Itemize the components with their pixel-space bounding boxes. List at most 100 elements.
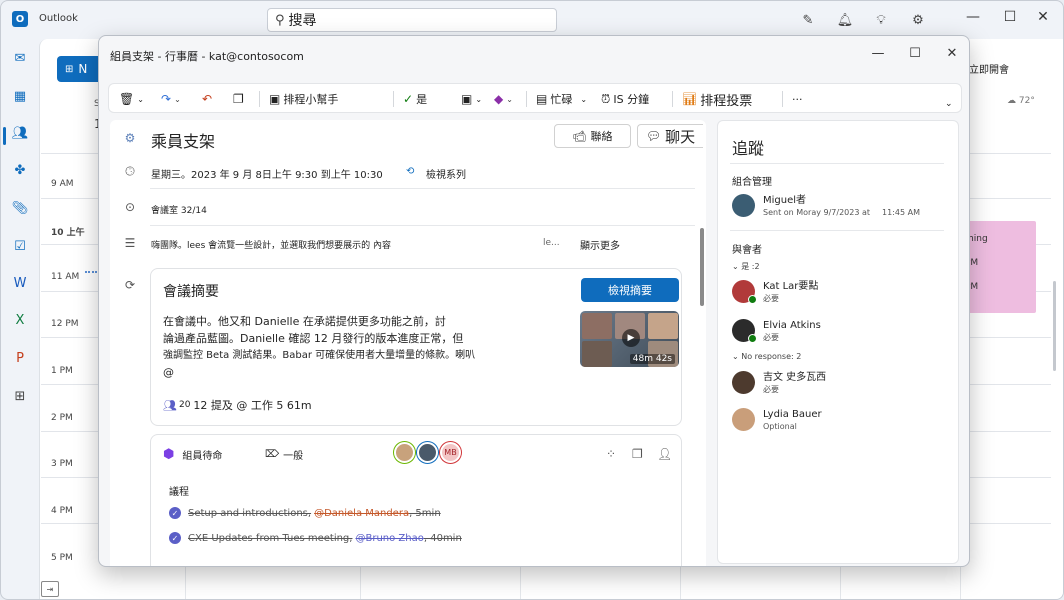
weather-icon: ☁ [1007,96,1016,106]
recap-icon: ⟳ [124,278,136,292]
loop-share-icon[interactable]: 👤︎ [657,447,672,461]
tracking-panel: 追蹤 組合管理 Miguel者 Sent on Moray 9/7/2023 a… [717,120,959,564]
details-scrollbar[interactable] [700,228,704,306]
scheduling-assistant-button[interactable]: ▣ 排程小幫手 [269,91,338,107]
delete-button[interactable]: 🗑︎ ⌄ [119,91,144,107]
close-button[interactable]: ✕ [1031,9,1055,25]
summary-line: 在會議中。他又和 Danielle 在承諾提供更多功能之前，討 [163,315,446,328]
rsvp-yes-button[interactable]: ✓ 是 [403,91,427,107]
busy-status-dropdown[interactable]: ▤ 忙碌 ⌄ [536,91,587,107]
search-box[interactable]: ⚲ 搜尋 [267,8,557,32]
notes-icon[interactable]: ✎ [798,11,818,29]
maximize-button[interactable]: ☐ [998,9,1022,25]
person-status: Optional [763,422,797,431]
copy-button[interactable]: ❐ [233,91,247,107]
groups-icon[interactable]: ✤ [11,161,29,179]
loop-workspace[interactable]: ⬢ 組員待命 [163,447,222,462]
attendee-entry[interactable]: Lydia Bauer Optional [732,408,822,433]
agenda-item-mention[interactable]: @Daniela Mandera [314,508,409,519]
attendee-entry[interactable]: Kat Lar要點 必要 [732,280,818,305]
completed-check-icon[interactable]: ✓ [169,507,181,519]
more-options-button[interactable]: ··· [792,91,803,107]
powerpoint-icon[interactable]: P [11,349,29,367]
recording-thumbnail[interactable]: ▶ 48m 42s [580,311,679,367]
agenda-item-mention[interactable]: @Bruno Zhao [355,533,423,544]
mentions-row: 👥︎ 20 12 提及 @ 工作 5 61m [163,397,312,413]
apps-icon[interactable]: ⊞ [11,387,29,405]
window-maximize-button[interactable]: ☐ [905,46,925,61]
new-event-button[interactable]: ⊞ N [57,56,103,82]
calendar-scrollbar[interactable] [1053,281,1056,371]
settings-gear-icon[interactable]: ⚙ [908,11,928,29]
outlook-logo-icon: O [12,11,28,27]
chevron-down-icon: ⌄ [580,94,588,104]
attendee-entry[interactable]: 吉文 史多瓦西 必要 [732,371,826,396]
excel-icon[interactable]: X [11,311,29,329]
meeting-summary-card: 會議摘要 檢視摘要 在會議中。他又和 Danielle 在承諾提供更多功能之前，… [150,268,682,426]
time-label: 2 PM [51,413,73,423]
time-label: 11 AM [51,272,80,282]
time-label: 5 PM [51,553,73,563]
minimize-button[interactable]: — [961,9,985,25]
organizer-entry[interactable]: Miguel者 Sent on Moray 9/7/2023 at 11:45 A… [732,194,920,219]
summary-line: 論過產品藍圖。Danielle 確認 12 月發行的版本進度正常，但 [163,332,464,345]
alarm-clock-icon: ⏰︎ [601,91,611,106]
scheduling-poll-button[interactable]: 📊︎ 排程投票 [682,91,752,109]
view-summary-button[interactable]: 檢視摘要 [581,278,679,302]
description-icon: ☰ [124,236,136,250]
ribbon-separator [526,91,527,107]
chevron-down-icon: ⌄ [732,352,739,361]
lightbulb-icon[interactable]: 💡︎ [871,11,891,29]
response-group-none[interactable]: ⌄ No response: 2 [732,352,801,361]
calendar-icon[interactable]: ▦ [11,87,29,105]
play-icon[interactable]: ▶ [622,329,640,347]
ribbon-separator [672,91,673,107]
bar-chart-icon: 📊︎ [682,92,698,106]
event-description: 嗨團隊。lees 會流覽一些設計，並選取我們想要展示的 內容 [151,241,391,251]
attendee-entry[interactable]: Elvia Atkins 必要 [732,319,821,344]
reminder-dropdown[interactable]: ⏰︎ IS 分鐘 [601,91,649,107]
response-group-yes[interactable]: ⌄ 是 :2 [732,261,760,272]
attachment-icon[interactable]: 📎︎ [11,199,29,217]
organizer-sent-info: Sent on Moray 9/7/2023 at 11:45 AM [763,207,920,219]
contact-label: 聯絡 [590,130,613,143]
time-label: 9 AM [51,179,74,189]
todo-icon[interactable]: ☑ [11,237,29,255]
agenda-item[interactable]: ✓ CXE Updates from Tues meeting, @Bruno … [169,532,462,544]
time-label: 1 PM [51,366,73,376]
loop-copy-icon[interactable]: ❐ [632,447,643,461]
description-ellipsis: le... [543,238,560,248]
person-name: Elvia Atkins [763,320,821,331]
loop-apps-icon[interactable]: ⁘ [606,447,616,461]
agenda-item-duration: , 40min [423,532,462,544]
ribbon-expand-chevron-icon[interactable]: ⌄ [945,96,953,112]
loop-tag[interactable]: ⌦ 一般 [265,447,303,462]
panel-toggle-icon[interactable]: ⇥ [41,581,59,597]
row-divider [150,188,695,189]
contact-call-button[interactable]: 📹︎ 聯絡 [554,124,631,148]
location-pin-icon: ⊙ [124,200,136,214]
categorize-button[interactable]: ◆ ⌄ [494,91,513,107]
window-minimize-button[interactable]: — [868,46,888,61]
show-more-link[interactable]: 顯示更多 [580,237,620,252]
word-icon[interactable]: W [11,274,29,292]
completed-check-icon[interactable]: ✓ [169,532,181,544]
mail-icon[interactable]: ✉ [11,49,29,67]
agenda-title: 議程 [169,487,189,498]
window-title: 組員支架 - 行事曆 - kat@contosocom [110,50,304,63]
participant-thumbnail [582,313,612,339]
chat-label: 聊天 [665,127,696,146]
agenda-item-text: CXE Updates from Tues meeting, [188,532,353,544]
show-as-button[interactable]: ▣ ⌄ [461,91,482,107]
bell-icon[interactable]: 🔔︎ [835,11,855,29]
agenda-item[interactable]: ✓ Setup and introductions, @Daniela Mand… [169,507,441,519]
window-close-button[interactable]: ✕ [942,46,962,61]
time-label: 3 PM [51,459,73,469]
chevron-down-icon: ⌄ [137,94,144,104]
view-series-link[interactable]: 檢視系列 [426,166,466,181]
people-icon[interactable]: 👥︎ [11,124,29,142]
reply-button[interactable]: ↶ [202,91,215,107]
chat-button[interactable]: 💬︎ 聊天 [637,124,703,148]
forward-button[interactable]: ↷ ⌄ [161,91,181,107]
join-now-button[interactable]: 立即開會 [969,61,1009,76]
